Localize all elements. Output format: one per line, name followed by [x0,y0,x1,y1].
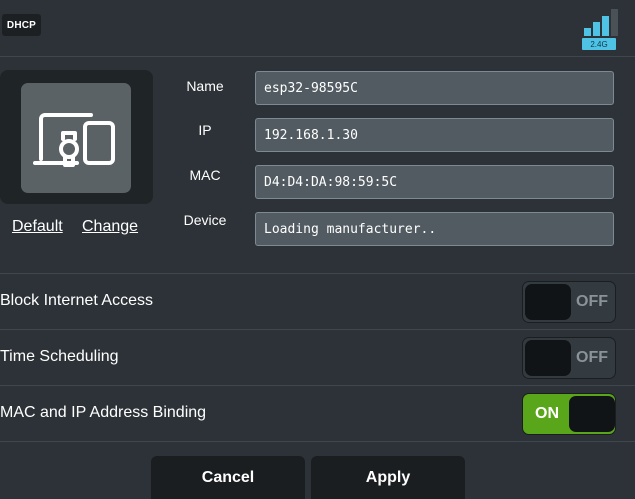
time-scheduling-label: Time Scheduling [0,348,119,365]
name-label: Name [186,78,224,94]
signal-bar-4 [611,9,618,36]
band-label: 2.4G [582,38,616,50]
device-avatar[interactable] [21,83,131,193]
ip-field[interactable] [255,118,614,152]
signal-bar-3 [602,16,609,36]
header-divider [0,56,635,57]
apply-button[interactable]: Apply [311,456,465,499]
block-internet-label: Block Internet Access [0,292,153,309]
toggle-state: OFF [576,293,608,310]
toggle-state: ON [535,405,559,422]
row-divider [0,441,635,442]
signal-bar-1 [584,28,591,36]
name-field[interactable] [255,71,614,105]
mac-ip-binding-toggle[interactable]: ON [522,393,616,435]
row-divider [0,385,635,386]
toggle-knob [569,396,615,432]
time-scheduling-toggle[interactable]: OFF [522,337,616,379]
toggle-state: OFF [576,349,608,366]
mac-label: MAC [189,167,221,183]
change-link[interactable]: Change [82,218,138,236]
signal-bar-2 [593,22,600,36]
row-divider [0,273,635,274]
ip-label: IP [198,122,212,138]
mac-field[interactable] [255,165,614,199]
dhcp-badge: DHCP [2,14,41,36]
wifi-signal-icon: 2.4G [580,8,618,50]
iot-device-icon [33,113,115,167]
row-divider [0,329,635,330]
default-link[interactable]: Default [12,218,63,236]
toggle-knob [525,284,571,320]
toggle-knob [525,340,571,376]
client-detail-panel: DHCP 2.4G Default Change Name IP [0,0,635,499]
device-avatar-frame [0,70,153,204]
cancel-button[interactable]: Cancel [151,456,305,499]
device-label: Device [183,212,227,228]
mac-ip-binding-label: MAC and IP Address Binding [0,404,207,421]
block-internet-toggle[interactable]: OFF [522,281,616,323]
device-field[interactable] [255,212,614,246]
